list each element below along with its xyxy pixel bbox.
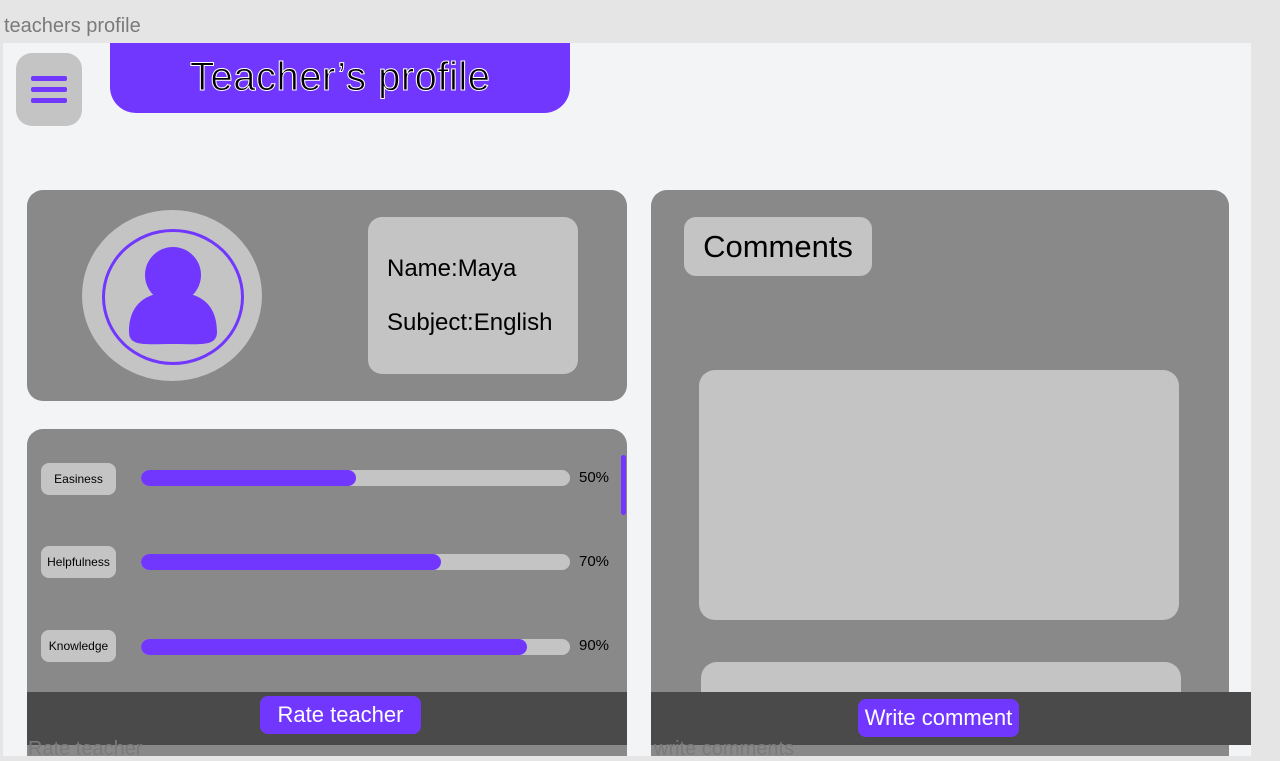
canvas-edge (1251, 43, 1280, 756)
hamburger-icon (31, 75, 67, 103)
rate-teacher-button[interactable]: Rate teacher (260, 696, 421, 734)
rating-bar-knowledge (141, 639, 570, 655)
teacher-name: Name:Maya (387, 255, 517, 282)
rating-percent-easiness: 50% (579, 469, 610, 486)
comments-card: Comments (651, 190, 1229, 756)
rating-fill-knowledge (141, 639, 528, 655)
rating-percent-helpfulness: 70% (579, 553, 610, 570)
avatar-ring (102, 229, 244, 365)
rating-bar-helpfulness (141, 554, 570, 570)
user-icon (129, 247, 217, 345)
teacher-subject: Subject:English (387, 309, 553, 336)
title-banner: Teacher’s profile (110, 43, 570, 113)
rating-label-easiness: Easiness (41, 463, 116, 495)
rating-label-helpfulness: Helpfulness (41, 546, 116, 578)
teacher-info-box: Name:Maya Subject:English (368, 217, 578, 374)
teachers-profile-frame: Teacher’s profile Name:Maya Subject:Engl… (3, 43, 1251, 756)
write-comment-button[interactable]: Write comment (858, 699, 1019, 737)
avatar (82, 210, 262, 381)
comment-box (699, 370, 1179, 620)
rating-fill-helpfulness (141, 554, 442, 570)
frame-label-write-comments: write comments (654, 738, 795, 760)
profile-card: Name:Maya Subject:English (27, 190, 627, 401)
frame-label: teachers profile (4, 15, 141, 37)
ratings-scrollbar[interactable] (621, 455, 626, 515)
rating-label-knowledge: Knowledge (41, 630, 116, 662)
frame-label-rate-teacher: Rate teacher (28, 738, 143, 760)
page-title: Teacher’s profile (190, 55, 491, 100)
rating-bar-easiness (141, 470, 570, 486)
comments-heading: Comments (684, 217, 872, 276)
rating-percent-knowledge: 90% (579, 637, 610, 654)
rating-fill-easiness (141, 470, 356, 486)
menu-button[interactable] (16, 53, 82, 126)
